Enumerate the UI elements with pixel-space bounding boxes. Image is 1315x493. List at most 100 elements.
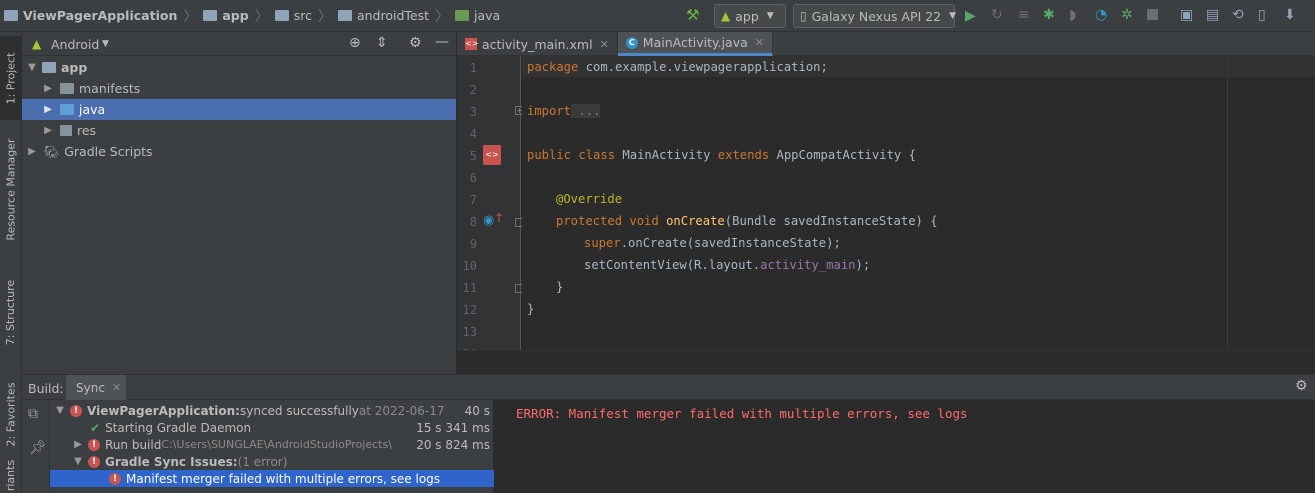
breadcrumb-module[interactable]: app (199, 0, 252, 32)
project-view-selector[interactable]: Android (51, 37, 99, 52)
build-row-title: Gradle Sync Issues: (105, 454, 238, 469)
locate-file-icon[interactable]: ⊕ (349, 35, 361, 51)
run-icon[interactable]: ▶ (965, 8, 976, 24)
tree-item-gradle-scripts[interactable]: ▶ 🐘︎ Gradle Scripts (22, 141, 456, 162)
line-number: 10 (462, 259, 477, 273)
tree-item-label: app (61, 60, 88, 75)
build-row-detail: synced successfully (239, 403, 359, 418)
code-line-9: @Override (556, 192, 623, 206)
project-tool-tab[interactable]: 1: Project (0, 36, 22, 120)
java-class-icon: C (625, 36, 638, 49)
line-number: 13 (462, 325, 477, 339)
chevron-down-icon[interactable]: ▼ (102, 39, 109, 49)
breadcrumb-src[interactable]: src (271, 0, 316, 32)
code-editor[interactable]: package com.example.viewpagerapplication… (522, 56, 1315, 350)
close-icon[interactable]: ✕ (755, 36, 764, 49)
project-panel-header: ▲ Android ▼ ⊕ ⇕ ⚙ — (22, 32, 456, 56)
resource-manager-tool-tab[interactable]: Resource Manager (0, 124, 22, 254)
hide-panel-icon[interactable]: — (435, 34, 449, 50)
expand-arrow-icon: ▼ (56, 405, 64, 416)
debug-icon[interactable]: ✱ (1043, 7, 1055, 23)
build-variants-tool-tab[interactable]: riants (0, 457, 22, 493)
build-row-root[interactable]: ▼ ! ViewPagerApplication: synced success… (50, 402, 494, 419)
line-number: 4 (469, 127, 477, 141)
tab-mainactivity-java[interactable]: C MainActivity.java ✕ (617, 32, 773, 56)
build-row-sync-issues[interactable]: ▼ ! Gradle Sync Issues: (1 error) (50, 453, 494, 470)
folder-icon (337, 10, 352, 21)
gear-icon[interactable]: ⚙ (409, 35, 422, 51)
navigation-toolbar: ViewPagerApplication 〉 app 〉 src 〉 andro… (0, 0, 1315, 32)
favorites-tool-tab[interactable]: 2: Favorites (0, 372, 22, 456)
error-icon: ! (109, 472, 121, 485)
coverage-icon[interactable]: ◗ (1069, 7, 1076, 23)
toggle-view-icon[interactable]: ⧉ (28, 406, 38, 422)
hammer-build-icon[interactable]: ⚒ (686, 6, 699, 24)
code-line-12: setContentView(R.layout.activity_main); (584, 258, 871, 272)
editor-bottom-area (457, 350, 1315, 374)
tree-item-app[interactable]: ▼ app (22, 57, 456, 78)
expand-arrow-icon: ▼ (28, 62, 36, 73)
project-structure-icon[interactable]: ▣ (1180, 7, 1193, 23)
build-actions-bar: ⧉ 📌︎ (22, 400, 50, 493)
avd-manager-icon[interactable]: ▯ (1258, 7, 1266, 23)
line-number: 7 (469, 193, 477, 207)
build-row-path: C:\Users\SUNGLAE\AndroidStudioProjects\ (161, 438, 392, 451)
sync-gradle-icon[interactable]: ⟲ (1232, 7, 1244, 23)
apply-code-changes-icon[interactable]: ≡ (1018, 7, 1030, 23)
pin-icon[interactable]: 📌︎ (29, 440, 47, 456)
code-line-14: } (527, 302, 535, 316)
line-number: 6 (469, 171, 477, 185)
apply-changes-icon[interactable]: ↻ (991, 7, 1003, 23)
breadcrumb-project[interactable]: ViewPagerApplication (0, 0, 181, 32)
build-row-run-build[interactable]: ▶ ! Run build C:\Users\SUNGLAE\AndroidSt… (50, 436, 494, 453)
build-output-error-text: ERROR: Manifest merger failed with multi… (516, 406, 968, 421)
run-config-dropdown[interactable]: ▲ app ▼ (714, 4, 786, 28)
build-row-manifest-error[interactable]: ! Manifest merger failed with multiple e… (50, 470, 494, 487)
breadcrumb-androidtest[interactable]: androidTest (334, 0, 433, 32)
left-tool-strip: 1: Project Resource Manager 7: Structure… (0, 32, 22, 493)
collapse-all-icon[interactable]: ⇕ (376, 35, 388, 51)
structure-tool-tab[interactable]: 7: Structure (0, 262, 22, 362)
tab-sync[interactable]: Sync ✕ (66, 375, 126, 400)
tree-item-java[interactable]: ▶ java (22, 99, 456, 120)
line-number: 5 (469, 149, 477, 163)
gradle-icon: 🐘︎ (44, 144, 60, 159)
line-number: 1 (469, 61, 477, 75)
close-icon[interactable]: ✕ (112, 381, 121, 394)
tree-item-res[interactable]: ▶ res (22, 120, 456, 141)
tab-label: MainActivity.java (642, 35, 748, 50)
tree-item-manifests[interactable]: ▶ manifests (22, 78, 456, 99)
source-folder-icon (60, 104, 74, 115)
build-panel-header: Build: Sync ✕ ⚙ (22, 374, 1315, 400)
right-margin-guide (1227, 56, 1228, 350)
build-output[interactable]: ERROR: Manifest merger failed with multi… (495, 400, 1315, 493)
breadcrumb-separator: 〉 (254, 8, 269, 25)
layout-gutter-icon[interactable]: <> (483, 145, 501, 165)
breadcrumb-java[interactable]: java (451, 0, 504, 32)
code-line-11: super.onCreate(savedInstanceState); (584, 236, 841, 250)
device-dropdown[interactable]: ▯ Galaxy Nexus API 22 ▼ (793, 4, 956, 28)
android-icon: ▲ (32, 37, 42, 51)
attach-debugger-icon[interactable]: ✲ (1121, 7, 1133, 23)
build-row-daemon[interactable]: ✔ Starting Gradle Daemon 15 s 341 ms (50, 419, 494, 436)
gear-icon[interactable]: ⚙ (1295, 378, 1308, 394)
build-row-timestamp: at 2022-06-17 (358, 403, 445, 418)
build-row-title: Manifest merger failed with multiple err… (126, 471, 441, 486)
tab-activity-main-xml[interactable]: <> activity_main.xml ✕ (457, 32, 618, 56)
arrow-up-icon: ↑ (494, 211, 505, 225)
test-folder-icon (455, 10, 470, 21)
stop-icon[interactable] (1147, 9, 1158, 20)
profile-icon[interactable]: ◔ (1095, 7, 1107, 23)
line-number: 11 (462, 281, 477, 295)
code-line-13: } (556, 280, 564, 294)
editor-tabs: <> activity_main.xml ✕ C MainActivity.ja… (457, 32, 1315, 56)
run-config-label: app (735, 8, 759, 24)
sdk-manager-icon[interactable]: ⬇ (1284, 7, 1296, 23)
override-method-icon[interactable]: ◉ (483, 213, 494, 228)
error-icon: ! (88, 438, 100, 451)
close-icon[interactable]: ✕ (600, 38, 609, 51)
terminal-icon[interactable]: ▤ (1206, 7, 1219, 23)
device-icon: ▯ (800, 9, 807, 23)
build-row-title: Run build (105, 437, 162, 452)
project-folder-icon (4, 10, 18, 21)
